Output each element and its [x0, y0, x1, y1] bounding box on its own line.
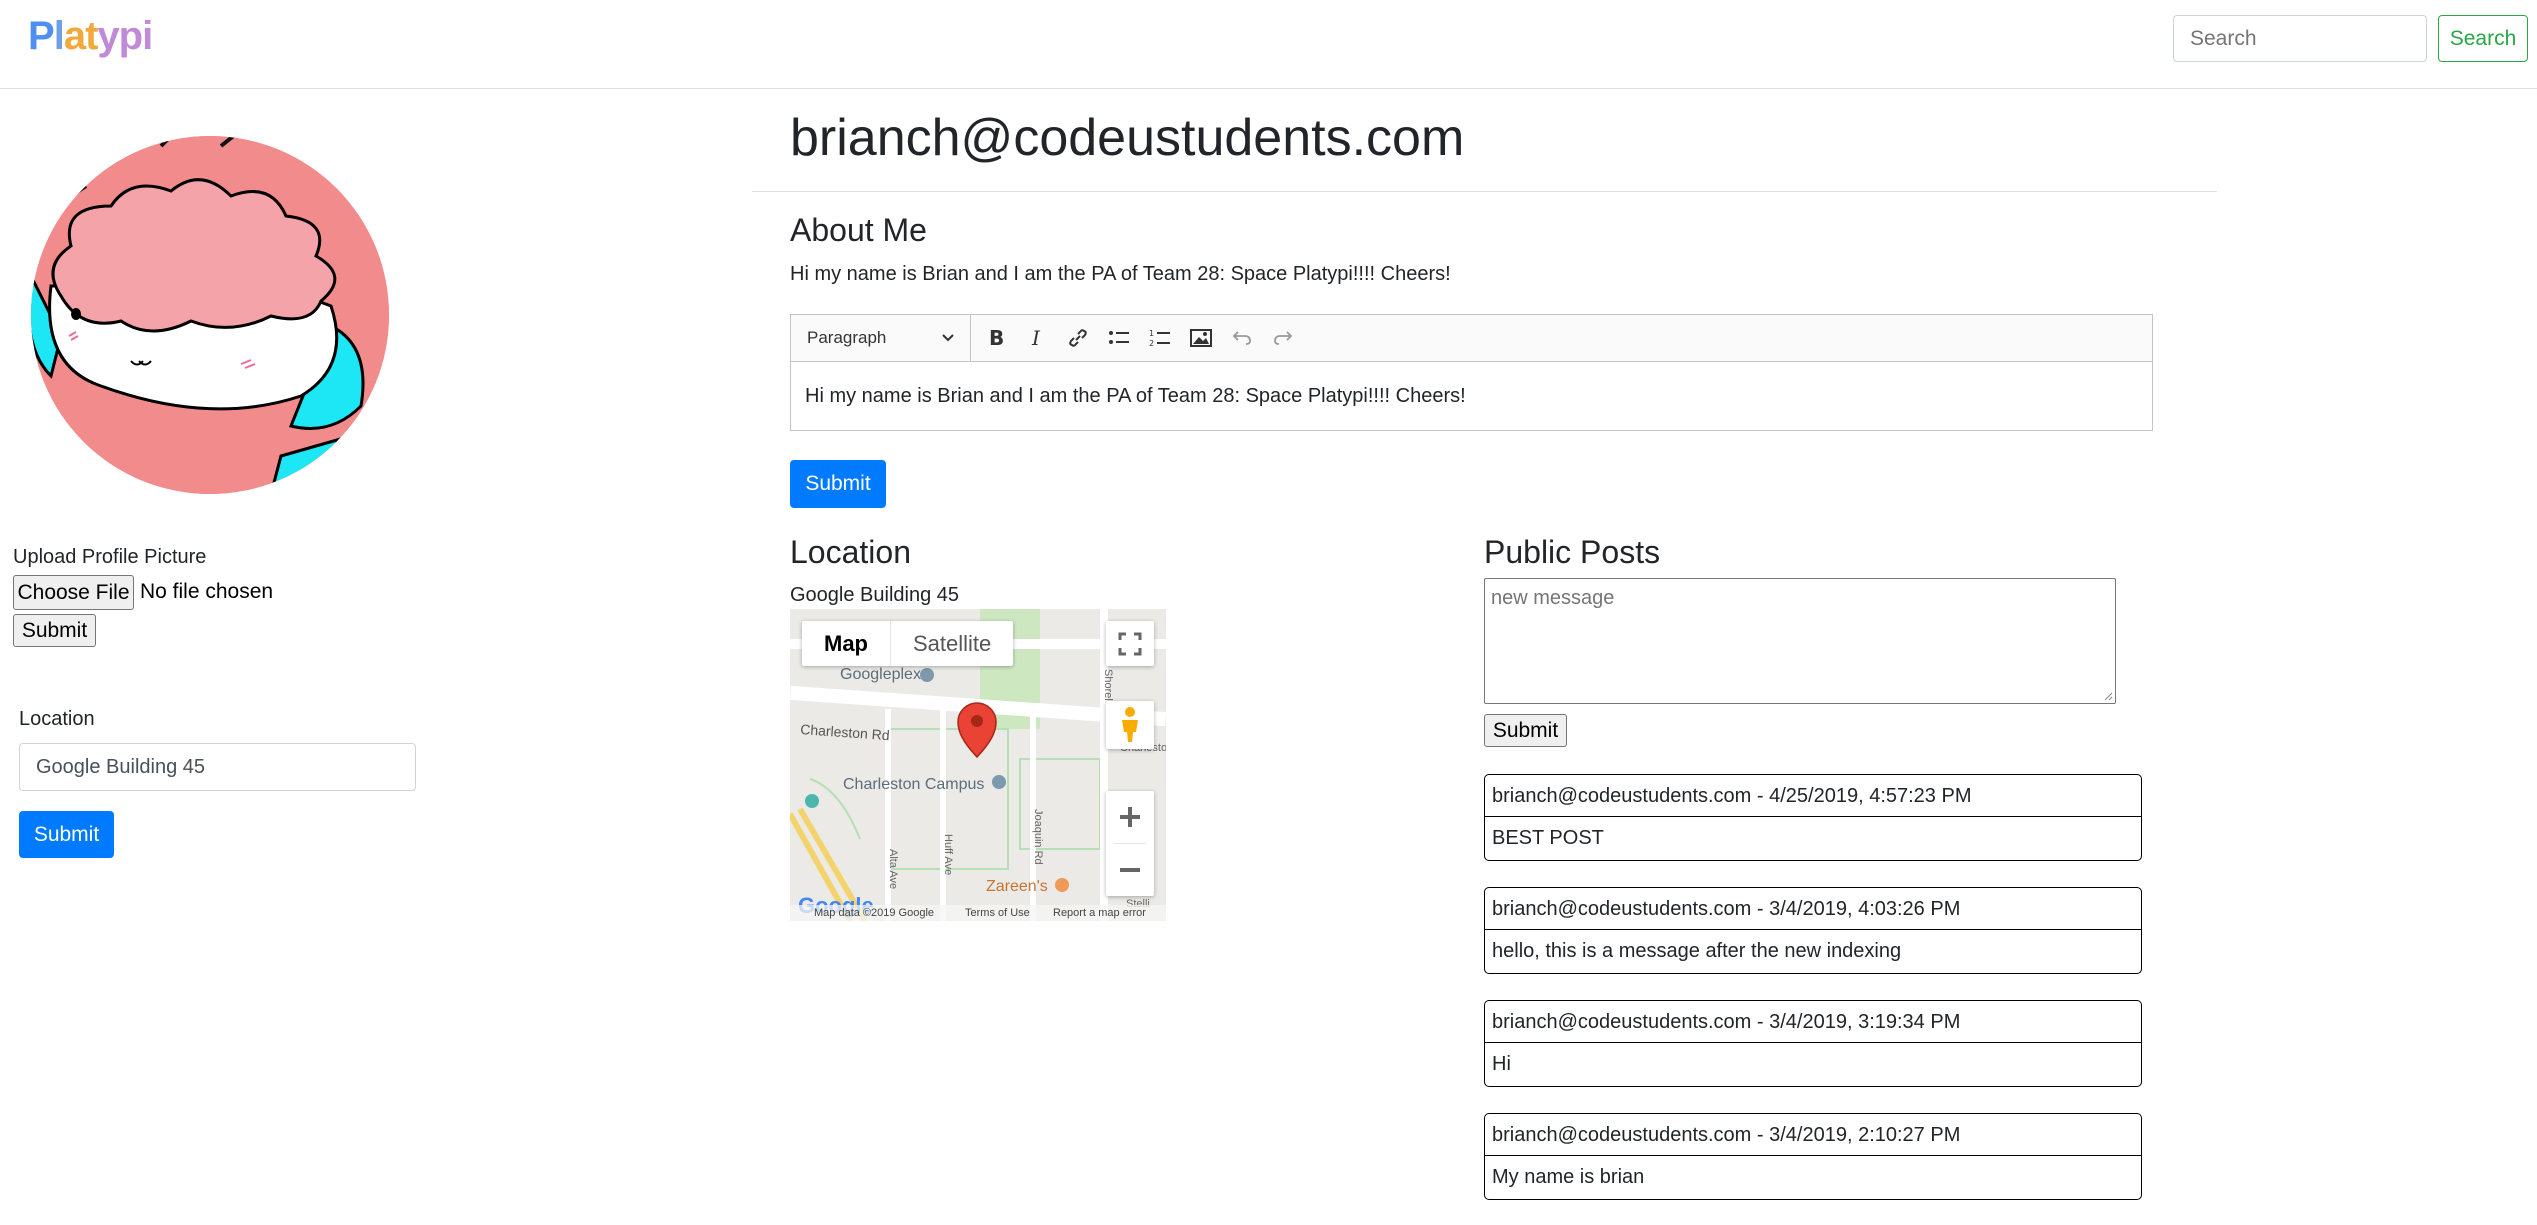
post-body: Hi — [1492, 1053, 1511, 1075]
paragraph-select[interactable]: Paragraph — [791, 315, 971, 361]
about-me-heading: About Me — [790, 212, 927, 248]
map-type-control: Map Satellite — [802, 621, 1014, 666]
brand-letter: l — [53, 14, 65, 58]
choose-file-button[interactable]: Choose File — [13, 575, 134, 610]
no-file-text: No file chosen — [140, 580, 274, 603]
brand-letter: i — [142, 14, 153, 58]
resize-handle-icon[interactable] — [2103, 691, 2113, 701]
post-card: brianch@codeustudents.com - 4/25/2019, 4… — [1484, 774, 2142, 861]
post-body: BEST POST — [1492, 827, 1604, 849]
upload-profile-label: Upload Profile Picture — [13, 546, 207, 568]
location-place-text: Google Building 45 — [790, 584, 960, 606]
pegman-icon — [1122, 707, 1138, 742]
svg-text:2: 2 — [1149, 339, 1154, 348]
italic-button[interactable]: I — [1020, 321, 1054, 355]
google-map[interactable]: Googleplex Charleston Rd Charleston Camp… — [790, 609, 1166, 921]
map-label: Joaquin Rd — [1032, 809, 1044, 865]
map-label: Charleston Campus — [843, 776, 984, 793]
numbered-list-button[interactable]: 12 — [1143, 321, 1177, 355]
about-me-text: Hi my name is Brian and I am the PA of T… — [790, 263, 1451, 285]
svg-text:B: B — [989, 328, 1004, 348]
minus-icon — [1120, 868, 1140, 872]
new-message-textarea[interactable]: new message — [1484, 578, 2116, 704]
public-posts-heading: Public Posts — [1484, 534, 1661, 570]
avatar-illustration — [31, 136, 389, 494]
brand-letter: p — [118, 14, 143, 58]
post-card: brianch@codeustudents.com - 3/4/2019, 2:… — [1484, 1113, 2142, 1200]
zoom-in-button[interactable] — [1106, 791, 1154, 843]
redo-icon — [1274, 331, 1293, 345]
map-label: Alta Ave — [887, 849, 899, 889]
editor-toolbar: Paragraph B I 12 — [791, 315, 2152, 362]
brand-letter: y — [97, 14, 119, 58]
link-icon — [1069, 329, 1087, 347]
location-input[interactable]: Google Building 45 — [19, 743, 416, 791]
location-heading: Location — [790, 534, 911, 570]
image-icon — [1190, 329, 1212, 347]
map-label: Huff Ave — [942, 834, 954, 875]
redo-button[interactable] — [1266, 321, 1300, 355]
search-button[interactable]: Search — [2438, 15, 2528, 62]
satellite-tab[interactable]: Satellite — [891, 621, 1013, 666]
terms-of-use-link[interactable]: Terms of Use — [965, 907, 1030, 919]
search-input[interactable] — [2173, 15, 2427, 62]
map-data-credit: Map data ©2019 Google — [814, 907, 935, 919]
map-label: Shorel — [1102, 669, 1114, 701]
chevron-down-icon — [942, 334, 954, 342]
brand-logo[interactable]: Platypi — [28, 14, 153, 59]
undo-button[interactable] — [1225, 321, 1259, 355]
bold-button[interactable]: B — [979, 321, 1013, 355]
insert-image-button[interactable] — [1184, 321, 1218, 355]
post-body: hello, this is a message after the new i… — [1492, 940, 1902, 962]
svg-text:1: 1 — [1149, 329, 1154, 338]
profile-avatar — [31, 136, 389, 494]
bulleted-list-button[interactable] — [1102, 321, 1136, 355]
street-view-button[interactable] — [1106, 701, 1154, 749]
brand-letter: P — [28, 14, 55, 58]
brand-letter: a — [63, 14, 86, 58]
italic-icon: I — [1031, 328, 1041, 348]
post-header: brianch@codeustudents.com - 3/4/2019, 4:… — [1485, 888, 2141, 930]
report-map-error-link[interactable]: Report a map error — [1053, 907, 1146, 919]
brand-letter: t — [85, 14, 98, 58]
post-header: brianch@codeustudents.com - 4/25/2019, 4… — [1485, 775, 2141, 817]
post-body: My name is brian — [1492, 1166, 1645, 1188]
svg-text:I: I — [1031, 328, 1041, 348]
post-header: brianch@codeustudents.com - 3/4/2019, 2:… — [1485, 1114, 2141, 1156]
title-divider — [752, 191, 2217, 192]
post-header: brianch@codeustudents.com - 3/4/2019, 3:… — [1485, 1001, 2141, 1043]
fullscreen-button[interactable] — [1106, 621, 1154, 666]
map-label: Zareen's — [986, 878, 1048, 895]
zoom-control — [1106, 791, 1154, 896]
editor-content[interactable]: Hi my name is Brian and I am the PA of T… — [805, 385, 1466, 408]
paragraph-select-label: Paragraph — [807, 328, 887, 347]
post-card: brianch@codeustudents.com - 3/4/2019, 3:… — [1484, 1000, 2142, 1087]
bulleted-list-icon — [1109, 331, 1129, 344]
new-message-placeholder: new message — [1491, 587, 1615, 609]
rich-text-editor[interactable]: Paragraph B I 12 Hi my name is Brian and… — [790, 314, 2153, 431]
zoom-out-button[interactable] — [1106, 844, 1154, 896]
map-tab[interactable]: Map — [802, 621, 891, 666]
post-card: brianch@codeustudents.com - 3/4/2019, 4:… — [1484, 887, 2142, 974]
post-submit-button[interactable]: Submit — [1484, 714, 1567, 747]
fullscreen-icon — [1118, 632, 1142, 655]
undo-icon — [1232, 331, 1251, 345]
bold-icon: B — [989, 328, 1004, 348]
navbar: Platypi Search — [0, 0, 2537, 89]
location-label: Location — [19, 708, 95, 730]
location-submit-button[interactable]: Submit — [19, 811, 114, 858]
about-submit-button[interactable]: Submit — [790, 460, 886, 508]
page-title: brianch@codeustudents.com — [790, 109, 1465, 167]
map-footer: Map data ©2019 Google Terms of Use Repor… — [790, 905, 1166, 921]
numbered-list-icon: 12 — [1149, 329, 1170, 348]
link-button[interactable] — [1061, 321, 1095, 355]
plus-icon — [1120, 807, 1140, 827]
upload-submit-button[interactable]: Submit — [13, 614, 96, 647]
map-label: Googleplex — [840, 666, 921, 683]
